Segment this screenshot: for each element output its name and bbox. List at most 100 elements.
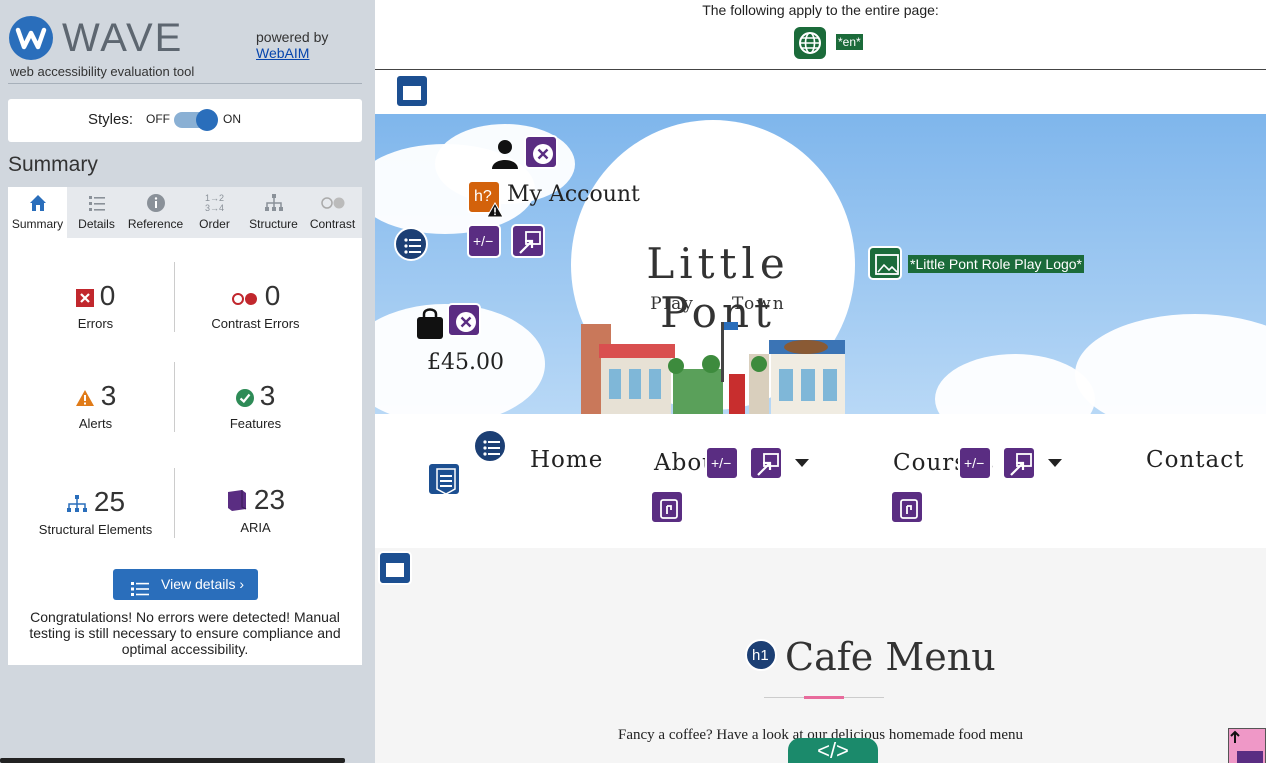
code-toggle-button[interactable]: </> [788, 738, 878, 763]
tab-label: Details [78, 217, 115, 231]
list-icon [67, 193, 126, 215]
header-landmark-icon[interactable] [395, 74, 429, 108]
contrast-errors-label: Contrast Errors [211, 315, 300, 331]
aria-tabindex-icon[interactable] [650, 490, 684, 524]
list-landmark-icon[interactable] [394, 227, 428, 261]
plus-minus-icon: +/− [964, 455, 985, 471]
wave-logo-icon [9, 16, 53, 60]
page-level-notice: The following apply to the entire page: … [375, 0, 1266, 70]
dropdown-caret-icon[interactable] [795, 459, 809, 467]
powered-by: powered by WebAIM [256, 29, 328, 61]
plus-minus-icon: +/− [711, 455, 732, 471]
aria-hidden-icon[interactable] [524, 135, 558, 169]
info-icon [126, 193, 185, 215]
town-illustration [581, 322, 845, 414]
tab-label: Reference [127, 217, 184, 231]
styles-toggle-box: Styles: OFF ON [8, 99, 362, 142]
language-tag: *en* [836, 34, 863, 50]
wave-logo-text: WAVE [62, 16, 184, 60]
structural-count: 25 [93, 486, 126, 517]
structure-icon [244, 193, 303, 215]
scroll-to-top-button[interactable] [1228, 728, 1266, 763]
warning-icon [486, 202, 504, 218]
tab-label: Structure [249, 217, 298, 231]
page-preview: The following apply to the entire page: … [375, 0, 1266, 763]
aria-label: ARIA [240, 519, 271, 535]
summary-panel: 0 Errors 0 Contrast Errors 3 Alerts 3 Fe… [8, 238, 362, 665]
home-icon [8, 193, 67, 215]
tab-summary[interactable]: Summary [8, 187, 67, 238]
tab-label: Summary [11, 217, 64, 231]
features-label: Features [229, 415, 282, 431]
tab-order[interactable]: 1→2 3→4 Order [185, 187, 244, 238]
page-level-text: The following apply to the entire page: [702, 2, 939, 18]
contrast-error-icon [231, 282, 259, 314]
feature-check-icon [235, 382, 254, 414]
dropdown-caret-icon[interactable] [1048, 459, 1062, 467]
h1-badge: h1 [752, 647, 769, 664]
view-details-label: View details › [161, 576, 245, 592]
structure-icon [66, 488, 88, 520]
structural-label: Structural Elements [38, 521, 153, 537]
aria-count: 23 [253, 484, 286, 515]
styles-toggle[interactable] [174, 109, 218, 131]
logo-subtitle-left: Play [650, 294, 695, 314]
view-details-button[interactable]: View details › [113, 569, 258, 600]
list-icon [131, 577, 149, 608]
wave-sidebar: WAVE web accessibility evaluation tool p… [0, 0, 375, 763]
heading-accent [804, 696, 844, 699]
list-landmark-icon[interactable] [473, 429, 507, 463]
errors-count: 0 [99, 280, 116, 311]
logo-subtitle: Play Town [603, 294, 833, 314]
horizontal-scrollbar[interactable] [0, 758, 345, 763]
wave-tagline: web accessibility evaluation tool [10, 64, 195, 79]
alerts-count: 3 [100, 380, 117, 411]
logo-subtitle-right: Town [731, 294, 786, 314]
features-stat[interactable]: 3 Features [172, 380, 339, 431]
aria-expanded-icon[interactable]: +/− [705, 446, 739, 480]
nav-home[interactable]: Home [530, 447, 603, 473]
main-landmark-icon[interactable] [378, 551, 412, 585]
aria-hidden-icon[interactable] [447, 303, 481, 337]
navigation-landmark-icon[interactable] [427, 462, 461, 496]
logo-alt-text: *Little Pont Role Play Logo* [908, 255, 1084, 273]
tab-details[interactable]: Details [67, 187, 126, 238]
aria-expanded-icon[interactable]: +/− [958, 446, 992, 480]
tab-structure[interactable]: Structure [244, 187, 303, 238]
styles-on-label: ON [223, 112, 241, 126]
errors-stat[interactable]: 0 Errors [12, 280, 179, 331]
cloud-decoration [935, 354, 1095, 414]
tab-reference[interactable]: Reference [126, 187, 185, 238]
h1-heading-icon[interactable]: h1 [745, 639, 777, 671]
my-account-link[interactable]: My Account [507, 182, 640, 207]
aria-popup-icon[interactable] [1002, 446, 1036, 480]
linked-image-icon[interactable] [868, 246, 902, 280]
user-icon [492, 140, 518, 169]
panel-tabs: Summary Details Reference 1→2 3→4 Order S… [8, 187, 362, 238]
globe-icon[interactable] [794, 27, 826, 59]
aria-expanded-icon[interactable]: +/− [467, 224, 501, 258]
toggle-knob[interactable] [196, 109, 218, 131]
aria-icon [226, 486, 248, 518]
cloud-decoration [1075, 314, 1266, 414]
plus-minus-icon: +/− [473, 233, 494, 249]
alert-icon [75, 382, 95, 414]
tab-label: Contrast [309, 217, 356, 231]
aria-tabindex-icon[interactable] [890, 490, 924, 524]
nav-contact[interactable]: Contact [1146, 447, 1244, 473]
aria-stat[interactable]: 23 ARIA [172, 484, 339, 535]
structural-stat[interactable]: 25 Structural Elements [12, 486, 179, 537]
congrats-message: Congratulations! No errors were detected… [29, 609, 341, 657]
aria-popup-icon[interactable] [511, 224, 545, 258]
tab-contrast[interactable]: Contrast [303, 187, 362, 238]
cart-total[interactable]: £45.00 [427, 350, 504, 375]
error-icon [75, 282, 94, 314]
features-count: 3 [259, 380, 276, 411]
webaim-link[interactable]: WebAIM [256, 45, 328, 61]
aria-popup-icon[interactable] [749, 446, 783, 480]
errors-label: Errors [77, 315, 114, 331]
tab-label: Order [199, 217, 230, 231]
alerts-stat[interactable]: 3 Alerts [12, 380, 179, 431]
shopping-bag-icon [417, 308, 443, 339]
contrast-errors-stat[interactable]: 0 Contrast Errors [172, 280, 339, 331]
